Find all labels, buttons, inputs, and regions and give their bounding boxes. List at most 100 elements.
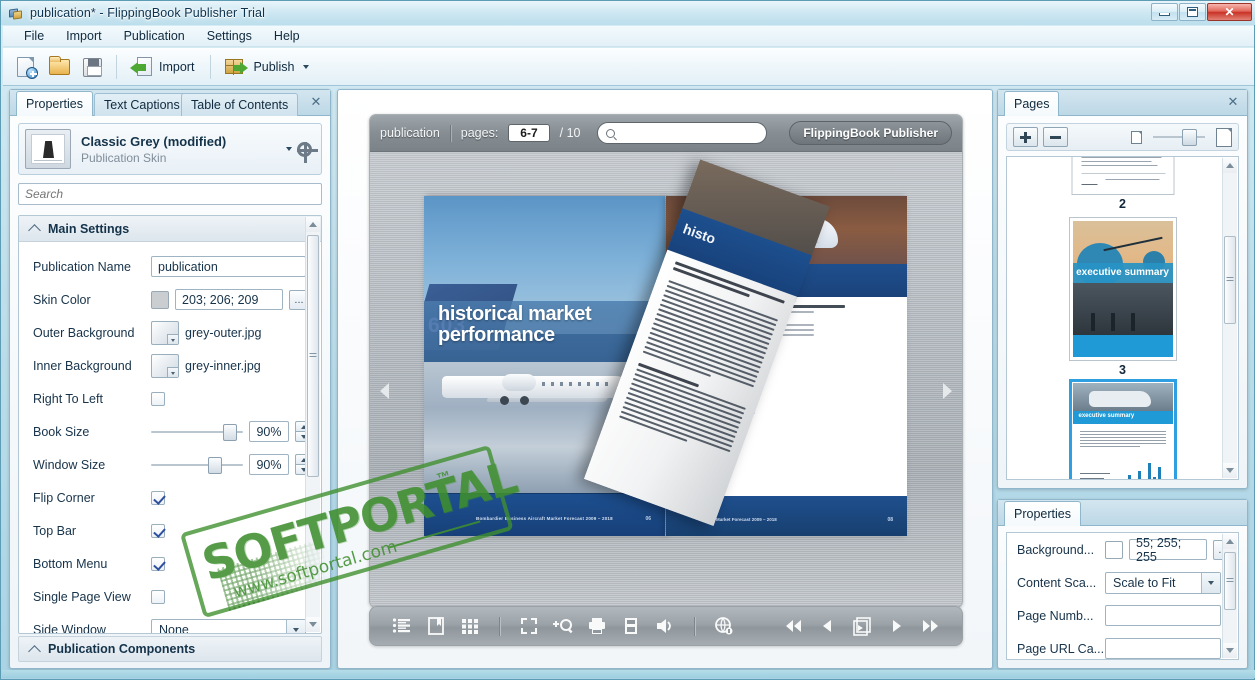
menu-settings[interactable]: Settings bbox=[196, 26, 263, 46]
total-pages-label: / 10 bbox=[559, 126, 581, 140]
thumbnail-frame: executive summary bbox=[1068, 217, 1177, 361]
group-header-publication-components[interactable]: Publication Components bbox=[18, 636, 322, 662]
bookmark-icon[interactable] bbox=[426, 616, 446, 636]
skin-color-value[interactable]: 203; 206; 209 bbox=[175, 289, 283, 310]
page-url-caption-input[interactable] bbox=[1105, 638, 1221, 659]
scroll-down-arrow[interactable] bbox=[306, 617, 320, 632]
background-color-value[interactable]: 55; 255; 255 bbox=[1129, 536, 1207, 564]
menu-import[interactable]: Import bbox=[55, 26, 112, 46]
side-window-select[interactable]: None bbox=[151, 618, 306, 633]
search-box[interactable] bbox=[18, 183, 322, 205]
chevron-down-icon[interactable] bbox=[1201, 572, 1220, 593]
scrollbar-thumb[interactable] bbox=[1224, 552, 1236, 610]
right-to-left-checkbox[interactable] bbox=[151, 391, 165, 406]
thumbnail-page-2[interactable]: 2 bbox=[1071, 157, 1174, 211]
print-icon[interactable] bbox=[587, 616, 607, 636]
minimize-button[interactable] bbox=[1151, 3, 1178, 21]
chevron-down-icon[interactable] bbox=[286, 619, 305, 633]
chevron-down-icon[interactable] bbox=[303, 64, 310, 69]
thumbnails-scrollbar[interactable] bbox=[1222, 158, 1237, 478]
new-publication-button[interactable] bbox=[13, 53, 41, 81]
first-page-icon[interactable] bbox=[784, 616, 804, 636]
save-publication-button[interactable] bbox=[79, 53, 107, 81]
tab-page-properties[interactable]: Properties bbox=[1004, 501, 1081, 526]
search-input[interactable] bbox=[25, 187, 315, 201]
book-size-slider[interactable] bbox=[151, 423, 243, 441]
flipbook-search-input[interactable] bbox=[596, 122, 767, 144]
page-properties-list: Background... 55; 255; 255 ... Content S… bbox=[1006, 532, 1239, 660]
zoom-in-icon[interactable] bbox=[553, 616, 573, 636]
sound-icon[interactable] bbox=[655, 616, 675, 636]
bottom-menu-checkbox[interactable] bbox=[151, 556, 165, 571]
inner-background-picker[interactable] bbox=[151, 353, 179, 378]
menu-file[interactable]: File bbox=[13, 26, 55, 46]
thumbnail-page-selected[interactable]: executive summary bbox=[1068, 379, 1177, 479]
maximize-button[interactable] bbox=[1179, 3, 1206, 21]
skin-card[interactable]: Classic Grey (modified) Publication Skin bbox=[18, 123, 322, 175]
share-icon[interactable] bbox=[714, 616, 734, 636]
scroll-down-arrow[interactable] bbox=[1223, 463, 1237, 478]
close-left-panel-icon[interactable]: ✕ bbox=[309, 95, 323, 109]
skin-dropdown-icon[interactable] bbox=[286, 147, 292, 151]
close-button[interactable]: ✕ bbox=[1207, 3, 1252, 21]
group-header-main-settings[interactable]: Main Settings bbox=[19, 216, 321, 242]
single-page-icon[interactable] bbox=[852, 616, 872, 636]
scroll-down-arrow[interactable] bbox=[1223, 643, 1237, 658]
page-number-input[interactable] bbox=[1105, 605, 1221, 626]
tab-pages[interactable]: Pages bbox=[1004, 91, 1060, 116]
content-scaling-select[interactable]: Scale to Fit bbox=[1105, 571, 1221, 594]
top-bar-checkbox[interactable] bbox=[151, 523, 165, 538]
next-page-arrow[interactable] bbox=[943, 383, 952, 399]
window-size-value[interactable]: 90% bbox=[249, 454, 289, 475]
single-page-view-checkbox[interactable] bbox=[151, 589, 165, 604]
flip-corner-checkbox[interactable] bbox=[151, 490, 165, 505]
scrollbar-thumb[interactable] bbox=[1224, 236, 1236, 324]
last-page-icon[interactable] bbox=[920, 616, 940, 636]
label-page-number: Page Numb... bbox=[1017, 608, 1094, 623]
skin-color-swatch[interactable] bbox=[151, 290, 169, 309]
publish-icon bbox=[224, 55, 249, 79]
gear-icon[interactable] bbox=[297, 141, 318, 163]
close-pages-panel-icon[interactable]: ✕ bbox=[1226, 95, 1240, 109]
skin-actions bbox=[286, 141, 318, 163]
row-book-size: Book Size 90% bbox=[19, 415, 321, 448]
table-of-contents-icon[interactable] bbox=[392, 616, 412, 636]
brand-button[interactable]: FlippingBook Publisher bbox=[789, 121, 952, 145]
prev-page-arrow[interactable] bbox=[380, 383, 389, 399]
thumbnail-size-slider[interactable] bbox=[1152, 129, 1205, 146]
thumbnail-art-document bbox=[1075, 157, 1170, 191]
thumbnails-icon[interactable] bbox=[460, 616, 480, 636]
scrollbar-thumb[interactable] bbox=[307, 235, 319, 477]
import-button[interactable]: Import bbox=[126, 52, 201, 82]
outer-background-picker[interactable] bbox=[151, 320, 179, 345]
current-page-input[interactable]: 6-7 bbox=[508, 124, 550, 142]
background-color-swatch[interactable] bbox=[1105, 540, 1123, 559]
thumbnail-frame-selected: executive summary bbox=[1068, 379, 1177, 479]
open-publication-button[interactable] bbox=[46, 53, 74, 81]
pages-label: pages: bbox=[460, 126, 499, 140]
book-size-value[interactable]: 90% bbox=[249, 421, 289, 442]
menu-help[interactable]: Help bbox=[263, 26, 311, 46]
thumbnail-page-3[interactable]: executive summary 3 bbox=[1068, 217, 1177, 377]
tab-text-captions[interactable]: Text Captions bbox=[94, 93, 190, 116]
window-size-slider[interactable] bbox=[151, 456, 243, 474]
next-page-icon[interactable] bbox=[886, 616, 906, 636]
page-thumbnails-list[interactable]: 2 executive summary 3 executive summary bbox=[1006, 156, 1239, 480]
scroll-up-arrow[interactable] bbox=[1223, 158, 1237, 173]
scroll-up-arrow[interactable] bbox=[1223, 534, 1237, 549]
remove-page-button[interactable] bbox=[1043, 127, 1068, 147]
page-properties-scrollbar[interactable] bbox=[1222, 534, 1237, 658]
tab-properties[interactable]: Properties bbox=[16, 91, 93, 116]
menu-publication[interactable]: Publication bbox=[113, 26, 196, 46]
add-page-button[interactable] bbox=[1013, 127, 1038, 147]
prev-page-icon[interactable] bbox=[818, 616, 838, 636]
fullscreen-icon[interactable] bbox=[519, 616, 539, 636]
download-icon[interactable] bbox=[621, 616, 641, 636]
scroll-up-arrow[interactable] bbox=[306, 217, 320, 232]
publication-name-input[interactable]: publication bbox=[151, 256, 306, 277]
pages-toolbar bbox=[1006, 123, 1239, 151]
top-bar-separator bbox=[449, 124, 451, 142]
publish-button[interactable]: Publish bbox=[220, 52, 316, 82]
tab-table-of-contents[interactable]: Table of Contents bbox=[181, 93, 299, 116]
properties-scrollbar[interactable] bbox=[305, 217, 320, 632]
